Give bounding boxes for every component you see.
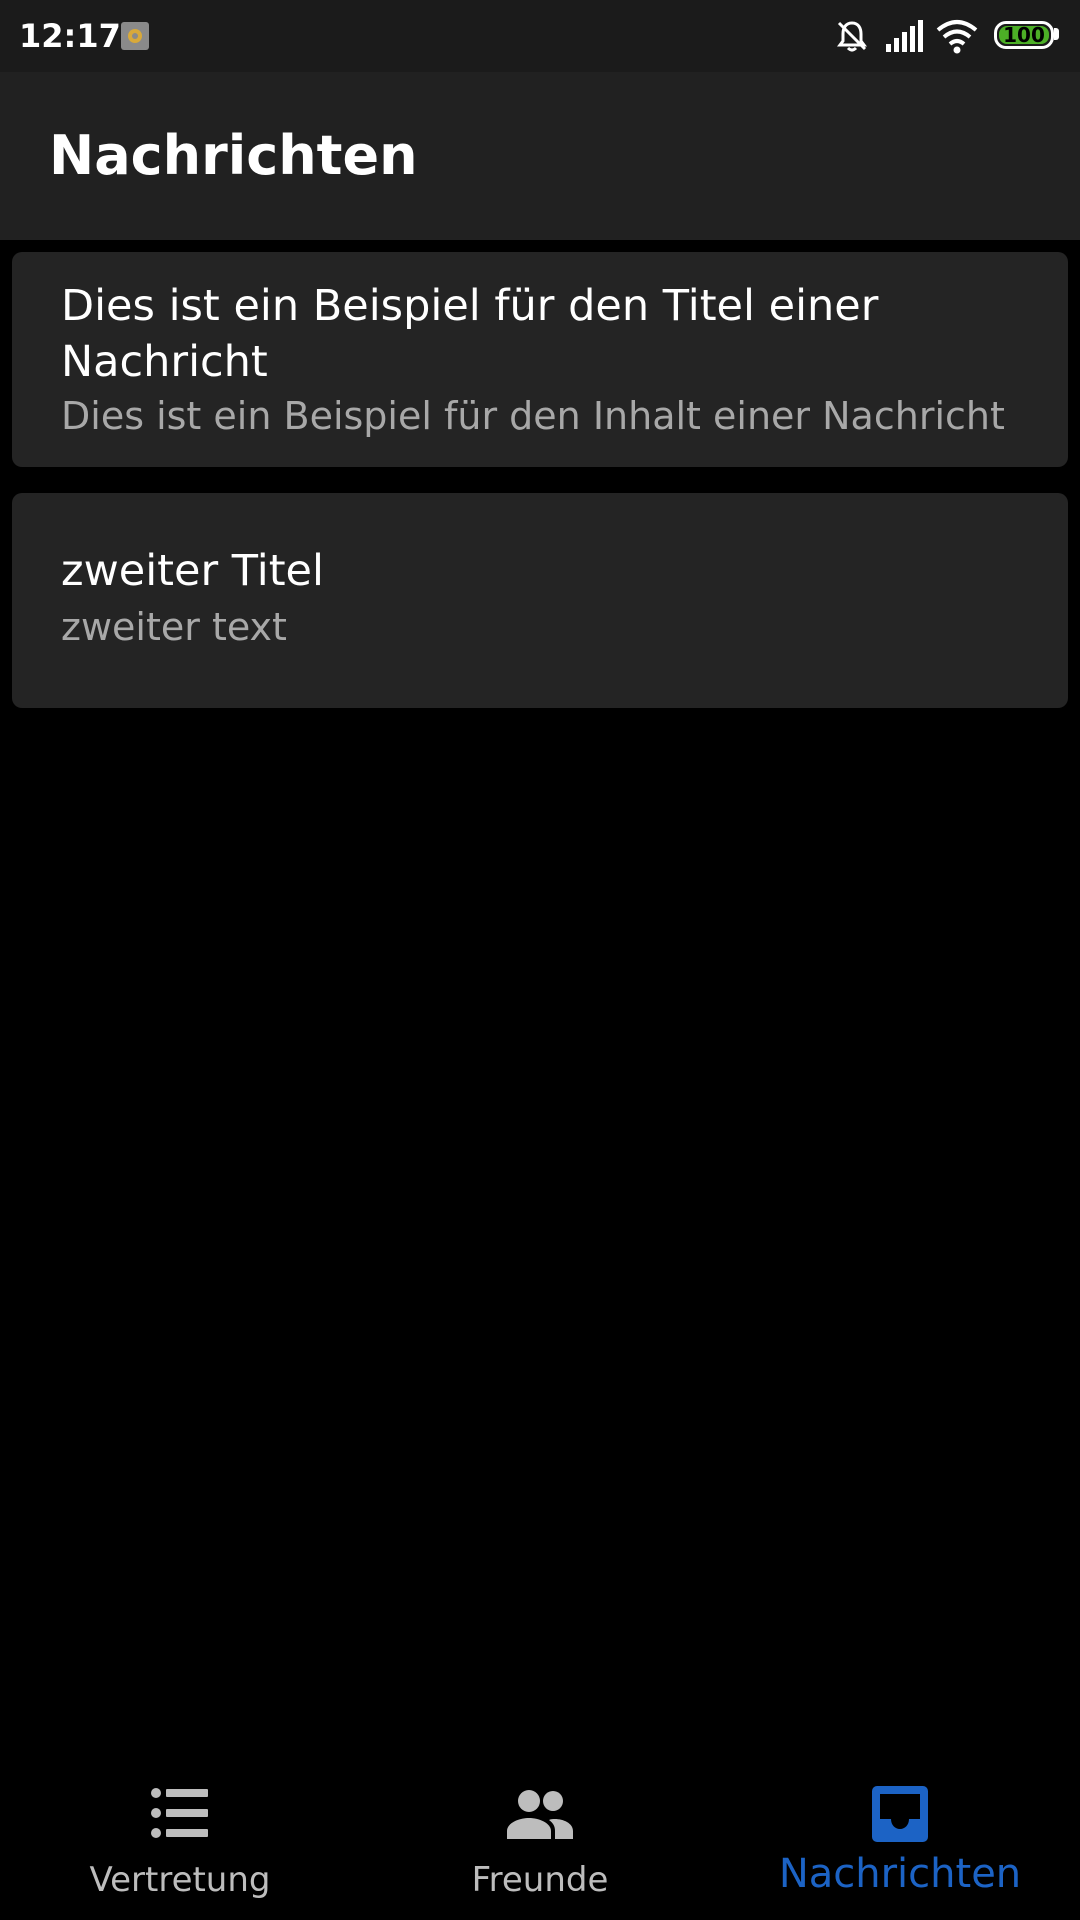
- battery-level: 100: [1003, 23, 1045, 47]
- status-icons: 100: [834, 18, 1064, 54]
- nav-item-freunde[interactable]: Freunde: [360, 1760, 720, 1920]
- bottom-navigation: Vertretung Freunde Nachrichten: [0, 1760, 1080, 1920]
- inbox-icon: [872, 1786, 928, 1842]
- message-title: Dies ist ein Beispiel für den Titel eine…: [61, 281, 879, 387]
- wifi-icon: [936, 20, 978, 54]
- message-body: zweiter text: [61, 605, 287, 649]
- nav-item-vertretung[interactable]: Vertretung: [0, 1760, 360, 1920]
- message-card[interactable]: zweiter Titel zweiter text: [12, 493, 1068, 708]
- signal-icon: [886, 20, 923, 52]
- people-icon: [507, 1790, 573, 1839]
- nav-item-nachrichten[interactable]: Nachrichten: [720, 1760, 1080, 1920]
- message-title: zweiter Titel: [61, 546, 324, 596]
- nav-label-vertretung: Vertretung: [89, 1860, 271, 1900]
- message-body: Dies ist ein Beispiel für den Inhalt ein…: [61, 394, 1005, 438]
- list-icon: [151, 1788, 208, 1838]
- message-list: Dies ist ein Beispiel für den Titel eine…: [12, 252, 1068, 734]
- message-card[interactable]: Dies ist ein Beispiel für den Titel eine…: [12, 252, 1068, 467]
- battery-tip: [1054, 28, 1059, 40]
- status-bar: 12:17 100: [0, 0, 1080, 72]
- app-bar: Nachrichten: [0, 72, 1080, 240]
- nav-label-nachrichten: Nachrichten: [778, 1851, 1022, 1897]
- app-notification-icon: [121, 22, 149, 50]
- page-title: Nachrichten: [49, 124, 418, 187]
- battery-icon: 100: [994, 21, 1054, 49]
- status-time: 12:17: [19, 17, 121, 55]
- silent-bell-icon: [837, 21, 867, 52]
- nav-label-freunde: Freunde: [471, 1860, 609, 1900]
